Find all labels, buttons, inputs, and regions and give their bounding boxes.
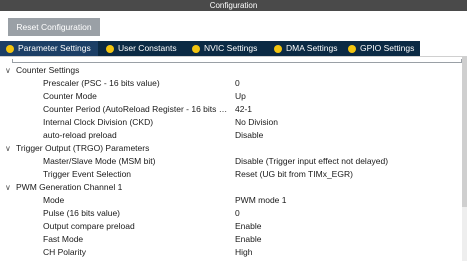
param-row[interactable]: Internal Clock Division (CKD) No Divisio…: [0, 116, 460, 129]
param-label: auto-reload preload: [43, 130, 117, 140]
param-value[interactable]: 0: [235, 207, 240, 220]
group-label: Trigger Output (TRGO) Parameters: [16, 143, 150, 153]
param-label: Fast Mode: [43, 234, 84, 244]
param-value[interactable]: High: [235, 246, 252, 259]
status-dot-icon: [274, 44, 282, 53]
param-label: CH Polarity: [43, 247, 86, 257]
param-row[interactable]: Mode PWM mode 1: [0, 194, 460, 207]
status-dot-icon: [348, 44, 356, 53]
param-value[interactable]: Enable: [235, 233, 261, 246]
param-value[interactable]: 0: [235, 77, 240, 90]
param-label: Output compare preload: [43, 221, 135, 231]
group-label: Counter Settings: [16, 65, 80, 75]
param-label: Master/Slave Mode (MSM bit): [43, 156, 156, 166]
param-value[interactable]: Reset (UG bit from TIMx_EGR): [235, 168, 353, 181]
param-label: Trigger Event Selection: [43, 169, 132, 179]
param-value[interactable]: PWM mode 1: [235, 194, 287, 207]
tab-nvic-settings[interactable]: NVIC Settings: [186, 41, 266, 56]
param-label: Pulse (16 bits value): [43, 208, 121, 218]
param-value[interactable]: 42-1: [235, 103, 252, 116]
param-row[interactable]: Prescaler (PSC - 16 bits value) 0: [0, 77, 460, 90]
window-titlebar: Configuration: [0, 0, 467, 11]
param-row[interactable]: Fast Mode Enable: [0, 233, 460, 246]
param-row[interactable]: Trigger Event Selection Reset (UG bit fr…: [0, 168, 460, 181]
tab-parameter-settings[interactable]: Parameter Settings: [0, 41, 98, 56]
tab-label: Parameter Settings: [18, 43, 91, 53]
tab-label: User Constants: [118, 43, 177, 53]
group-header-trigger-output[interactable]: ∨ Trigger Output (TRGO) Parameters: [0, 142, 460, 155]
group-label: PWM Generation Channel 1: [16, 182, 123, 192]
param-row[interactable]: Pulse (16 bits value) 0: [0, 207, 460, 220]
status-dot-icon: [106, 44, 114, 53]
tab-label: DMA Settings: [286, 43, 338, 53]
collapse-chevron-icon[interactable]: ∨: [5, 181, 13, 194]
tab-label: GPIO Settings: [360, 43, 415, 53]
status-dot-icon: [192, 44, 200, 53]
tab-dma-settings[interactable]: DMA Settings: [268, 41, 340, 56]
param-value[interactable]: Disable (Trigger input effect not delaye…: [235, 155, 388, 168]
param-label: Mode: [43, 195, 65, 205]
group-header-counter-settings[interactable]: ∨ Counter Settings: [0, 64, 460, 77]
scrollbar-thumb[interactable]: [462, 57, 467, 207]
status-dot-icon: [6, 44, 14, 53]
tab-user-constants[interactable]: User Constants: [100, 41, 184, 56]
param-value[interactable]: Disable: [235, 129, 263, 142]
tab-gpio-settings[interactable]: GPIO Settings: [342, 41, 420, 56]
param-value[interactable]: Enable: [235, 220, 261, 233]
param-row[interactable]: Master/Slave Mode (MSM bit) Disable (Tri…: [0, 155, 460, 168]
param-value[interactable]: Up: [235, 90, 246, 103]
param-row[interactable]: Output compare preload Enable: [0, 220, 460, 233]
reset-configuration-button[interactable]: Reset Configuration: [8, 18, 100, 36]
param-label: Counter Mode: [43, 91, 97, 101]
param-row[interactable]: auto-reload preload Disable: [0, 129, 460, 142]
tab-bar: Parameter Settings User Constants NVIC S…: [0, 41, 420, 56]
param-row[interactable]: Counter Mode Up: [0, 90, 460, 103]
group-header-pwm-channel-1[interactable]: ∨ PWM Generation Channel 1: [0, 181, 460, 194]
param-label: Prescaler (PSC - 16 bits value): [43, 78, 160, 88]
collapse-chevron-icon[interactable]: ∨: [5, 142, 13, 155]
collapse-chevron-icon[interactable]: ∨: [5, 64, 13, 77]
tab-label: NVIC Settings: [204, 43, 258, 53]
param-row[interactable]: CH Polarity High: [0, 246, 460, 259]
search-field[interactable]: [12, 59, 462, 63]
param-value[interactable]: No Division: [235, 116, 278, 129]
param-label: Counter Period (AutoReload Register - 16…: [43, 104, 229, 114]
param-label: Internal Clock Division (CKD): [43, 117, 154, 127]
param-row[interactable]: Counter Period (AutoReload Register - 16…: [0, 103, 460, 116]
